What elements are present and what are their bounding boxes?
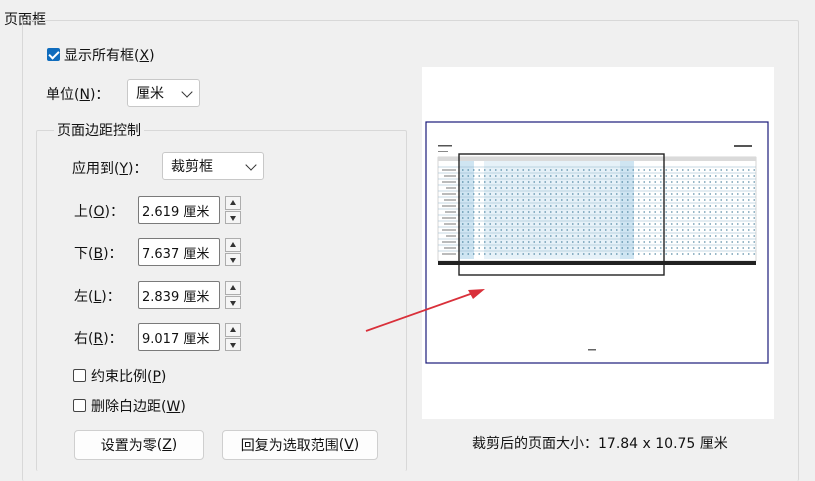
left-margin-input[interactable]: 2.839 厘米 xyxy=(138,281,220,309)
apply-to-select[interactable]: 裁剪框 xyxy=(162,152,264,180)
page-number-mark xyxy=(588,349,596,351)
show-all-boxes-checkbox[interactable] xyxy=(47,48,60,61)
spin-up-icon[interactable] xyxy=(225,323,241,337)
bottom-margin-label: 下(B)： xyxy=(74,246,123,262)
spreadsheet-thumbnail xyxy=(437,156,757,265)
spin-down-icon[interactable] xyxy=(225,210,241,224)
bottom-margin-input[interactable]: 7.637 厘米 xyxy=(138,238,220,266)
bottom-margin-spinner[interactable] xyxy=(225,238,241,266)
spreadsheet-header-row xyxy=(438,157,756,161)
right-margin-label: 右(R)： xyxy=(74,331,123,347)
margin-control-title: 页面边距控制 xyxy=(54,120,144,140)
unit-select-value: 厘米 xyxy=(136,86,164,102)
top-margin-spinner[interactable] xyxy=(225,196,241,224)
top-margin-input[interactable]: 2.619 厘米 xyxy=(138,196,220,224)
remove-white-margins-checkbox[interactable] xyxy=(73,399,86,412)
chevron-down-icon xyxy=(245,159,257,171)
constrain-proportions-label[interactable]: 约束比例(P) xyxy=(91,366,166,386)
spin-up-icon[interactable] xyxy=(225,281,241,295)
apply-to-select-value: 裁剪框 xyxy=(171,159,213,175)
unit-select[interactable]: 厘米 xyxy=(127,79,200,107)
constrain-proportions-checkbox[interactable] xyxy=(73,369,86,382)
page-preview-panel xyxy=(422,67,774,419)
page-preview-graphic xyxy=(425,121,769,364)
spin-down-icon[interactable] xyxy=(225,337,241,351)
doc-header-mark xyxy=(438,151,448,152)
right-margin-input[interactable]: 9.017 厘米 xyxy=(138,323,220,351)
revert-to-selection-button[interactable]: 回复为选取范围(V) xyxy=(222,430,378,460)
spin-down-icon[interactable] xyxy=(225,252,241,266)
doc-header-mark xyxy=(734,145,752,147)
left-margin-label: 左(L)： xyxy=(74,289,121,305)
spin-up-icon[interactable] xyxy=(225,238,241,252)
doc-header-mark xyxy=(438,145,452,147)
right-margin-spinner[interactable] xyxy=(225,323,241,351)
left-margin-spinner[interactable] xyxy=(225,281,241,309)
set-to-zero-button[interactable]: 设置为零(Z) xyxy=(74,430,204,460)
remove-white-margins-label[interactable]: 删除白边距(W) xyxy=(91,396,186,416)
spin-down-icon[interactable] xyxy=(225,295,241,309)
apply-to-label: 应用到(Y)： xyxy=(72,161,148,177)
cropped-page-size-text: 裁剪后的页面大小：17.84 x 10.75 厘米 xyxy=(472,436,728,452)
top-margin-label: 上(O)： xyxy=(74,204,124,220)
spin-up-icon[interactable] xyxy=(225,196,241,210)
show-all-boxes-label[interactable]: 显示所有框(X) xyxy=(64,45,155,65)
spreadsheet-total-row xyxy=(438,261,756,265)
chevron-down-icon xyxy=(181,86,193,98)
unit-label: 单位(N)： xyxy=(46,87,110,103)
